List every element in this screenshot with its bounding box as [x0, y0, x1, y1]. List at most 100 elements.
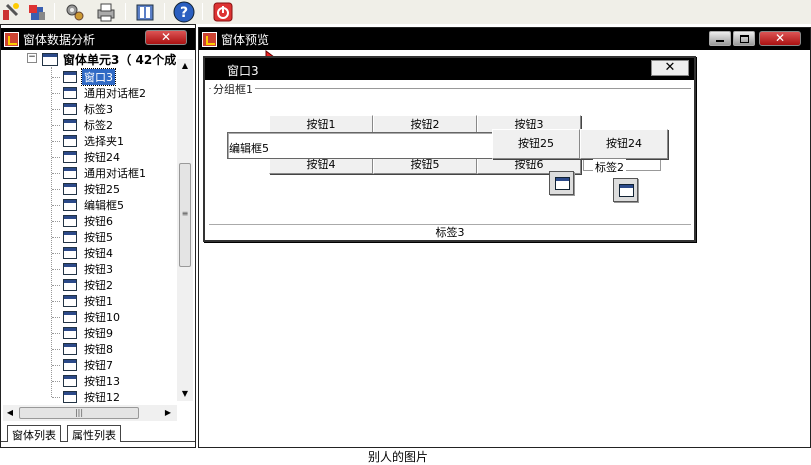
- tree-item-label: 按钮2: [84, 279, 113, 292]
- collapse-icon[interactable]: −: [27, 53, 37, 63]
- tree-connector: [52, 365, 60, 366]
- close-icon[interactable]: ✕: [759, 31, 801, 46]
- tree-item[interactable]: 按钮3: [63, 261, 115, 277]
- window-icon: [63, 71, 77, 83]
- window-icon: [63, 311, 77, 323]
- scroll-down-icon[interactable]: ▼: [177, 387, 193, 401]
- tree-item-label: 按钮1: [84, 295, 113, 308]
- common-dialog-icon[interactable]: [549, 171, 574, 195]
- tree-item[interactable]: 选择夹1: [63, 133, 126, 149]
- image-caption: 别人的图片: [368, 450, 429, 464]
- tree-item[interactable]: 按钮4: [63, 245, 115, 261]
- tree-item[interactable]: 窗口3: [63, 68, 116, 86]
- edit-box-5[interactable]: 编辑框5: [227, 132, 493, 159]
- tree-item[interactable]: 按钮8: [63, 341, 115, 357]
- toolbar: ?: [0, 0, 811, 24]
- tree-item[interactable]: 按钮2: [63, 277, 115, 293]
- tree-vertical-scrollbar[interactable]: ▲ ≡ ▼: [177, 59, 193, 401]
- tree-item[interactable]: 通用对话框1: [63, 165, 148, 181]
- tree-item-label: 按钮12: [84, 391, 120, 404]
- window-icon: [63, 183, 77, 195]
- common-dialog-icon[interactable]: [613, 178, 638, 202]
- tree-item-label: 按钮9: [84, 327, 113, 340]
- tree-horizontal-scrollbar[interactable]: ◀ ||| ▶: [3, 405, 177, 421]
- label-2: 标签2: [593, 159, 626, 175]
- window-icon: [63, 103, 77, 115]
- button-25[interactable]: 按钮25: [492, 129, 580, 159]
- tree-item[interactable]: 按钮25: [63, 181, 122, 197]
- scroll-up-icon[interactable]: ▲: [177, 59, 193, 73]
- tree-item[interactable]: 通用对话框2: [63, 85, 148, 101]
- tree-root-label: 窗体单元3（ 42个成: [63, 53, 177, 67]
- tree-item[interactable]: 按钮1: [63, 293, 115, 309]
- maximize-icon[interactable]: [733, 31, 755, 46]
- tree-connector: [51, 67, 52, 397]
- window-icon: [63, 231, 77, 243]
- tree-connector: [52, 397, 60, 398]
- minimize-icon[interactable]: [709, 31, 731, 46]
- toolbar-separator: [54, 3, 55, 20]
- tree-connector: [52, 317, 60, 318]
- tree-item[interactable]: 按钮24: [63, 149, 122, 165]
- button-24[interactable]: 按钮24: [580, 129, 668, 159]
- tree-item-label: 按钮7: [84, 359, 113, 372]
- tab-form-list[interactable]: 窗体列表: [7, 425, 61, 442]
- tree-connector: [52, 109, 60, 110]
- help-icon[interactable]: ?: [173, 1, 195, 22]
- window-icon: [63, 215, 77, 227]
- tree-item[interactable]: 按钮9: [63, 325, 115, 341]
- tools-icon[interactable]: [0, 1, 22, 22]
- tree-item-label: 按钮6: [84, 215, 113, 228]
- window-icon: [63, 295, 77, 307]
- tree-item[interactable]: 按钮12: [63, 389, 122, 405]
- scroll-left-icon[interactable]: ◀: [3, 405, 17, 421]
- tree-connector: [52, 93, 60, 94]
- form-data-analysis-panel: 窗体数据分析 ✕ − 窗体单元3（ 42个成 窗口3 通用对话框2 标签3 标签2 选择…: [0, 24, 196, 448]
- left-panel-title: 窗体数据分析: [23, 32, 96, 47]
- tree-item[interactable]: 标签2: [63, 117, 115, 133]
- print-icon[interactable]: [95, 1, 117, 22]
- tree-connector: [52, 173, 60, 174]
- preview-window: 窗口3 ✕ 分组框1 按钮1 按钮2 按钮3 按钮4 按钮5 按钮6 编辑框5 …: [203, 56, 696, 242]
- close-icon[interactable]: ✕: [651, 60, 689, 76]
- tree-item-label: 按钮24: [84, 151, 120, 164]
- tree-item-label: 按钮25: [84, 183, 120, 196]
- window-icon: [63, 375, 77, 387]
- tree-item[interactable]: 按钮6: [63, 213, 115, 229]
- power-icon[interactable]: [212, 1, 234, 22]
- scrollbar-thumb[interactable]: ≡: [179, 163, 191, 267]
- app-icon: [4, 31, 19, 47]
- window-icon: [63, 135, 77, 147]
- close-icon[interactable]: ✕: [145, 30, 187, 45]
- tree-connector: [52, 189, 60, 190]
- tree-item-label: 按钮13: [84, 375, 120, 388]
- tree-item-label: 标签3: [84, 103, 113, 116]
- settings-icon[interactable]: [63, 1, 85, 22]
- tree-item[interactable]: 编辑框5: [63, 197, 126, 213]
- tree-item[interactable]: 按钮7: [63, 357, 115, 373]
- tree-item-label: 按钮8: [84, 343, 113, 356]
- scrollbar-thumb[interactable]: |||: [19, 407, 139, 419]
- tree-item[interactable]: 按钮5: [63, 229, 115, 245]
- tree-root[interactable]: 窗体单元3（ 42个成: [42, 51, 176, 68]
- preview-window-title: 窗口3: [227, 64, 259, 78]
- tree-item[interactable]: 按钮13: [63, 373, 122, 389]
- tree-item[interactable]: 按钮10: [63, 309, 122, 325]
- tree-connector: [52, 301, 60, 302]
- window-icon: [63, 279, 77, 291]
- tree-connector: [52, 253, 60, 254]
- window-icon: [63, 247, 77, 259]
- book-icon[interactable]: [134, 1, 156, 22]
- label-3: 标签3: [209, 224, 691, 240]
- tree-connector: [52, 237, 60, 238]
- tree-item[interactable]: 标签3: [63, 101, 115, 117]
- toolbar-separator: [125, 3, 126, 20]
- app-icon: [202, 31, 217, 47]
- tree-item-label: 通用对话框2: [84, 87, 146, 100]
- scroll-right-icon[interactable]: ▶: [161, 405, 175, 421]
- wizard-icon[interactable]: [26, 1, 48, 22]
- tab-property-list[interactable]: 属性列表: [67, 425, 121, 442]
- tree-item-label: 通用对话框1: [84, 167, 146, 180]
- window-icon: [63, 151, 77, 163]
- tree-item-label: 按钮5: [84, 231, 113, 244]
